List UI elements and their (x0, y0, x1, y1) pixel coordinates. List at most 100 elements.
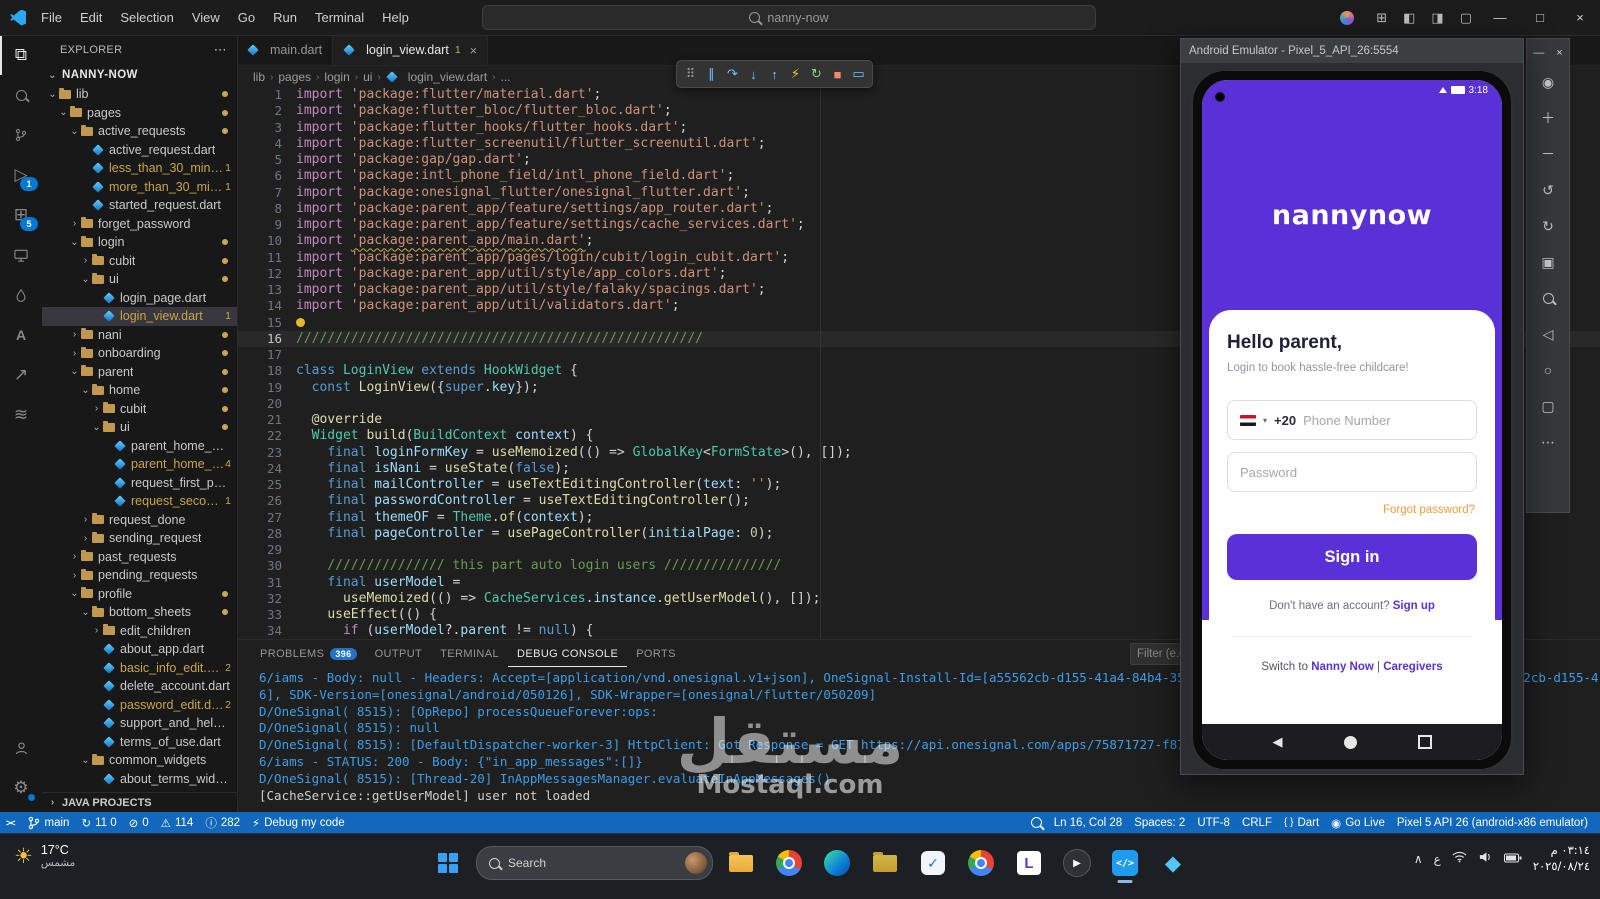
emulator-power-icon[interactable]: ◉ (1527, 64, 1569, 100)
status-sync[interactable]: ↻ 11 0 (75, 812, 122, 833)
status-remote[interactable]: >< (0, 812, 21, 833)
breadcrumb-item[interactable]: login (324, 70, 349, 84)
tree-file-password-edit-dart[interactable]: password_edit.dart 2 (42, 696, 237, 715)
language-indicator[interactable]: ع (1434, 852, 1441, 866)
panel-tab-output[interactable]: OUTPUT (366, 640, 432, 667)
project-root-row[interactable]: ⌄ NANNY-NOW (42, 65, 237, 85)
emulator-titlebar[interactable]: Android Emulator - Pixel_5_API_26:5554 (1181, 39, 1523, 63)
battery-icon[interactable] (1503, 852, 1522, 866)
tree-file-parent-home-vi-[interactable]: parent_home_vi... 4 (42, 455, 237, 474)
status-cursor-position[interactable]: Ln 16, Col 28 (1048, 812, 1128, 833)
menu-selection[interactable]: Selection (111, 10, 182, 25)
accounts-icon[interactable] (0, 728, 42, 768)
panel-tab-debug-console[interactable]: DEBUG CONSOLE (508, 640, 627, 667)
window-close[interactable]: × (1560, 0, 1600, 35)
menu-run[interactable]: Run (264, 10, 306, 25)
sign-in-button[interactable]: Sign in (1227, 534, 1477, 580)
status-encoding[interactable]: UTF-8 (1191, 812, 1236, 833)
panel-tab-ports[interactable]: PORTS (627, 640, 685, 667)
menu-view[interactable]: View (183, 10, 229, 25)
taskbar-app-folder[interactable] (865, 843, 905, 883)
letter-a-icon[interactable]: A (0, 315, 42, 355)
tree-folder-forget-password[interactable]: › forget_password (42, 215, 237, 234)
tree-file-request-second-[interactable]: request_second_...1 (42, 492, 237, 511)
tree-file-parent-home-page-d-[interactable]: parent_home_page.d... (42, 437, 237, 456)
profile-avatar[interactable] (1340, 10, 1355, 25)
emulator-rotate-left-icon[interactable]: ↺ (1527, 172, 1569, 208)
emulator-minimize-icon[interactable]: — (1533, 47, 1544, 59)
remote-explorer-icon[interactable] (0, 235, 42, 275)
tree-file-less-than-30-minut-[interactable]: less_than_30_minut... 1 (42, 159, 237, 178)
tree-folder-onboarding[interactable]: › onboarding (42, 344, 237, 363)
tree-folder-cubit[interactable]: › cubit (42, 252, 237, 271)
tree-folder-sending-request[interactable]: › sending_request (42, 529, 237, 548)
java-projects-section[interactable]: › JAVA PROJECTS (42, 792, 237, 812)
forgot-password-link[interactable]: Forgot password? (1229, 504, 1475, 516)
panel-tab-problems[interactable]: PROBLEMS 396 (251, 640, 366, 667)
search-icon[interactable] (0, 75, 42, 115)
stop-icon[interactable]: ■ (827, 67, 848, 82)
clock-widget[interactable]: ٠٣:١٤ م ٢٠٢٥/٠٨/٢٤ (1533, 843, 1590, 874)
tree-folder-home[interactable]: ⌄ home (42, 381, 237, 400)
status-eol[interactable]: CRLF (1236, 812, 1278, 833)
extensions-icon[interactable]: ⊞ 5 (0, 195, 42, 235)
emulator-home-icon[interactable]: ○ (1527, 352, 1569, 388)
emulator-overview-icon[interactable]: ▢ (1527, 388, 1569, 424)
layout-customize-icon[interactable]: ⊞ (1368, 10, 1395, 26)
inspector-icon[interactable]: ▭ (848, 66, 869, 82)
breadcrumb-item[interactable]: pages (278, 70, 311, 84)
taskbar-app-chrome[interactable] (769, 843, 809, 883)
status-errors[interactable]: ⊘ 0 (123, 812, 155, 833)
tree-file-active-request-dart[interactable]: active_request.dart (42, 141, 237, 160)
menu-file[interactable]: File (32, 10, 71, 25)
hot-restart-icon[interactable]: ↻ (806, 66, 827, 82)
emulator-more-icon[interactable]: ⋯ (1527, 424, 1569, 460)
tab-login_view-dart[interactable]: login_view.dart 1 × (333, 35, 489, 65)
tree-folder-request-done[interactable]: › request_done (42, 511, 237, 530)
step-out-icon[interactable]: ↑ (764, 67, 785, 82)
switch-nanny-now-link[interactable]: Nanny Now (1311, 661, 1374, 673)
taskbar-search[interactable]: Search (476, 846, 713, 880)
tree-file-support-and-help-dart[interactable]: support_and_help.dart (42, 714, 237, 733)
emulator-rotate-right-icon[interactable]: ↻ (1527, 208, 1569, 244)
menu-go[interactable]: Go (229, 10, 264, 25)
lightbulb-icon[interactable] (296, 317, 305, 327)
taskbar-app-media-player[interactable]: ▶ (1057, 843, 1097, 883)
run-debug-icon[interactable]: ▷ 1 (0, 155, 42, 195)
taskbar-app-vscode[interactable]: </> (1105, 843, 1145, 883)
tree-file-about-app-dart[interactable]: about_app.dart (42, 640, 237, 659)
tree-folder-nani[interactable]: › nani (42, 326, 237, 345)
android-back-button[interactable]: ◀ (1273, 734, 1283, 750)
grip-icon[interactable]: ⠿ (680, 66, 701, 82)
weather-widget[interactable]: ☀ 17°C مشمس (6, 843, 83, 869)
sign-up-link[interactable]: Sign up (1393, 600, 1435, 612)
tree-folder-pages[interactable]: ⌄ pages (42, 104, 237, 123)
password-input[interactable]: Password (1227, 452, 1477, 492)
window-minimize[interactable]: — (1480, 0, 1520, 35)
status-device[interactable]: Pixel 5 API 26 (android-x86 emulator) (1391, 812, 1594, 833)
tree-folder-lib[interactable]: ⌄ lib (42, 85, 237, 104)
tree-folder-login[interactable]: ⌄ login (42, 233, 237, 252)
start-button[interactable] (428, 843, 468, 883)
tray-chevron-icon[interactable]: ∧ (1414, 852, 1423, 866)
tree-file-login-view-dart[interactable]: login_view.dart 1 (42, 307, 237, 326)
breadcrumb-item[interactable]: ui (363, 70, 372, 84)
tree-folder-bottom-sheets[interactable]: ⌄ bottom_sheets (42, 603, 237, 622)
menu-edit[interactable]: Edit (71, 10, 111, 25)
step-into-icon[interactable]: ↓ (743, 67, 764, 82)
taskbar-app-browser[interactable] (961, 843, 1001, 883)
toggle-panel-icon[interactable]: ◨ (1423, 10, 1451, 26)
source-control-icon[interactable] (0, 115, 42, 155)
breadcrumb-item[interactable]: lib (253, 70, 265, 84)
docker-icon[interactable]: ≋ (0, 395, 42, 435)
explorer-icon[interactable]: ⧉ (0, 35, 42, 75)
tree-folder-profile[interactable]: ⌄ profile (42, 585, 237, 604)
taskbar-app-todo[interactable]: ✓ (913, 843, 953, 883)
tree-folder-ui[interactable]: ⌄ ui (42, 418, 237, 437)
emulator-back-icon[interactable]: ◁ (1527, 316, 1569, 352)
tree-file-delete-account-dart[interactable]: delete_account.dart (42, 677, 237, 696)
panel-tab-terminal[interactable]: TERMINAL (431, 640, 508, 667)
menu-help[interactable]: Help (373, 10, 418, 25)
tree-folder-parent[interactable]: ⌄ parent (42, 363, 237, 382)
taskbar-app-edge[interactable] (817, 843, 857, 883)
